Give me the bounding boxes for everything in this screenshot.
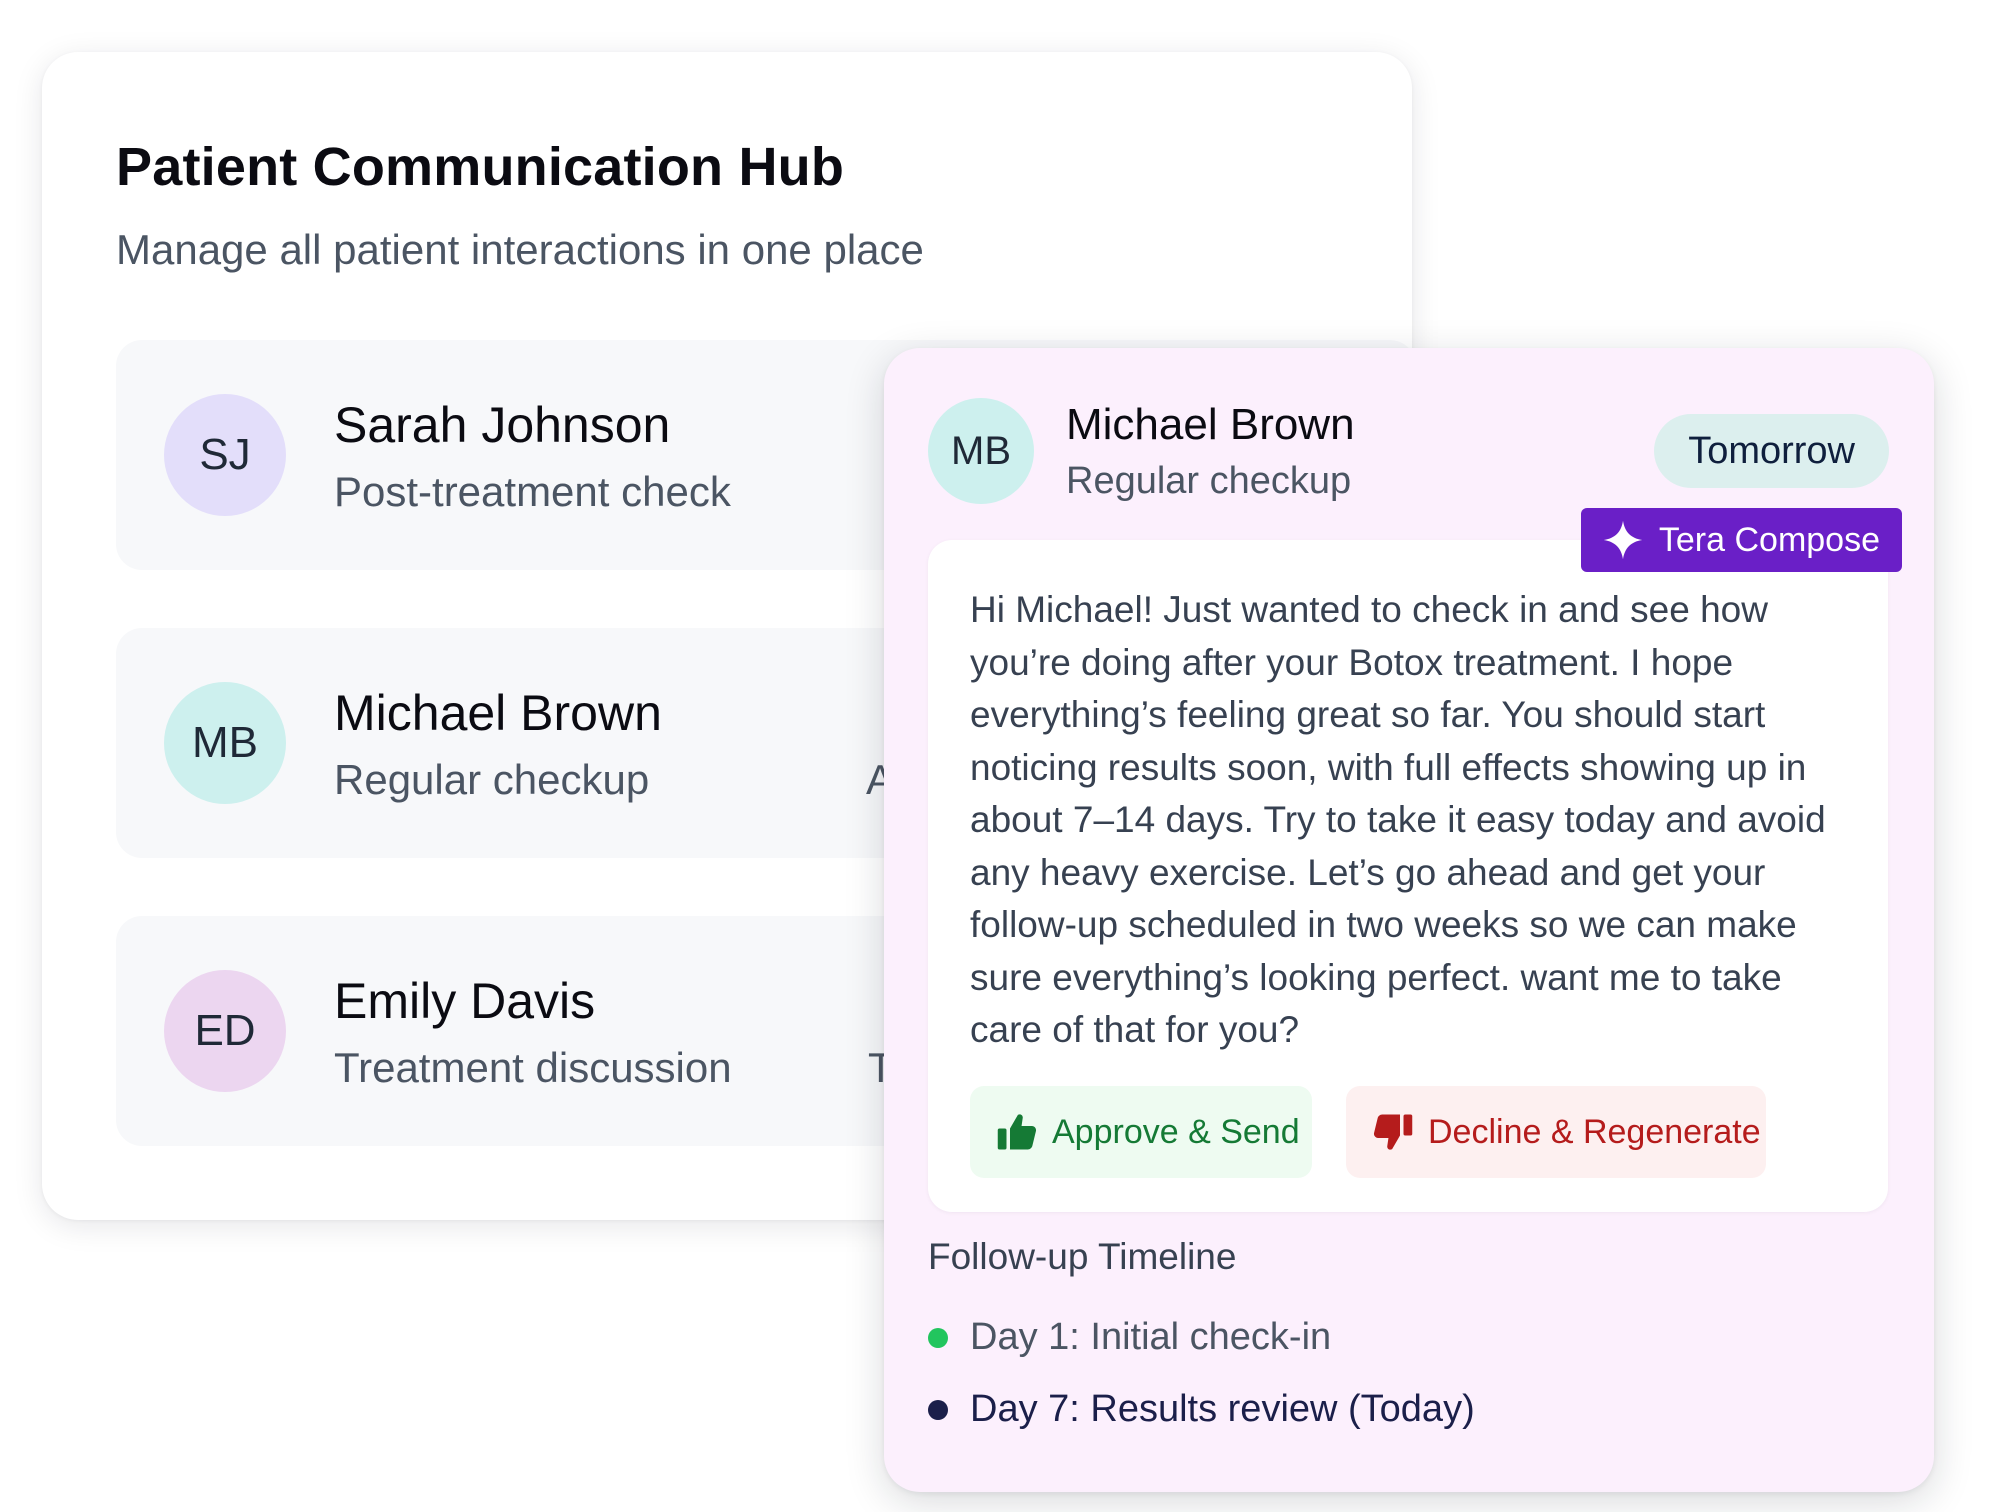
approve-send-label: Approve & Send: [1052, 1112, 1300, 1151]
patient-name: Michael Brown: [334, 685, 662, 741]
avatar: SJ: [164, 394, 286, 516]
timeline-heading: Follow-up Timeline: [928, 1236, 1237, 1277]
timeline-item: Day 1: Initial check-in: [928, 1316, 1331, 1359]
draft-message-box: Tera Compose Hi Michael! Just wanted to …: [928, 508, 1902, 1212]
timeline-item-label: Day 1: Initial check-in: [970, 1316, 1332, 1358]
patient-name: Sarah Johnson: [334, 397, 671, 453]
status-dot-icon: [928, 1399, 948, 1420]
message-detail-card: MB Michael Brown Regular checkup Tomorro…: [884, 348, 1934, 1492]
decline-regenerate-button[interactable]: Decline & Regenerate: [1346, 1086, 1766, 1178]
detail-patient-reason: Regular checkup: [1066, 460, 1352, 502]
status-dot-icon: [928, 1327, 948, 1348]
thumbs-down-icon: [1373, 1114, 1413, 1150]
timeline-item-current: Day 7: Results review (Today): [928, 1388, 1475, 1431]
draft-message-text[interactable]: Hi Michael! Just wanted to check in and …: [970, 584, 1850, 1057]
avatar: MB: [164, 682, 286, 804]
decline-regenerate-label: Decline & Regenerate: [1428, 1112, 1761, 1151]
tera-compose-label: Tera Compose: [1658, 520, 1880, 559]
patient-reason: Post-treatment check: [334, 468, 731, 515]
page-title: Patient Communication Hub: [116, 137, 845, 197]
approve-send-button[interactable]: Approve & Send: [970, 1086, 1312, 1178]
schedule-badge: Tomorrow: [1654, 414, 1889, 488]
thumbs-up-icon: [997, 1114, 1037, 1150]
timeline-item-label: Day 7: Results review (Today): [970, 1388, 1475, 1430]
avatar: MB: [928, 398, 1034, 504]
avatar: ED: [164, 970, 286, 1092]
sparkle-icon: [1603, 520, 1643, 560]
tera-compose-badge: Tera Compose: [1580, 508, 1902, 572]
patient-reason: Regular checkup: [334, 756, 650, 803]
detail-patient-name: Michael Brown: [1066, 400, 1355, 449]
patient-name: Emily Davis: [334, 973, 596, 1029]
page-subtitle: Manage all patient interactions in one p…: [116, 226, 924, 273]
patient-reason: Treatment discussion: [334, 1044, 732, 1091]
